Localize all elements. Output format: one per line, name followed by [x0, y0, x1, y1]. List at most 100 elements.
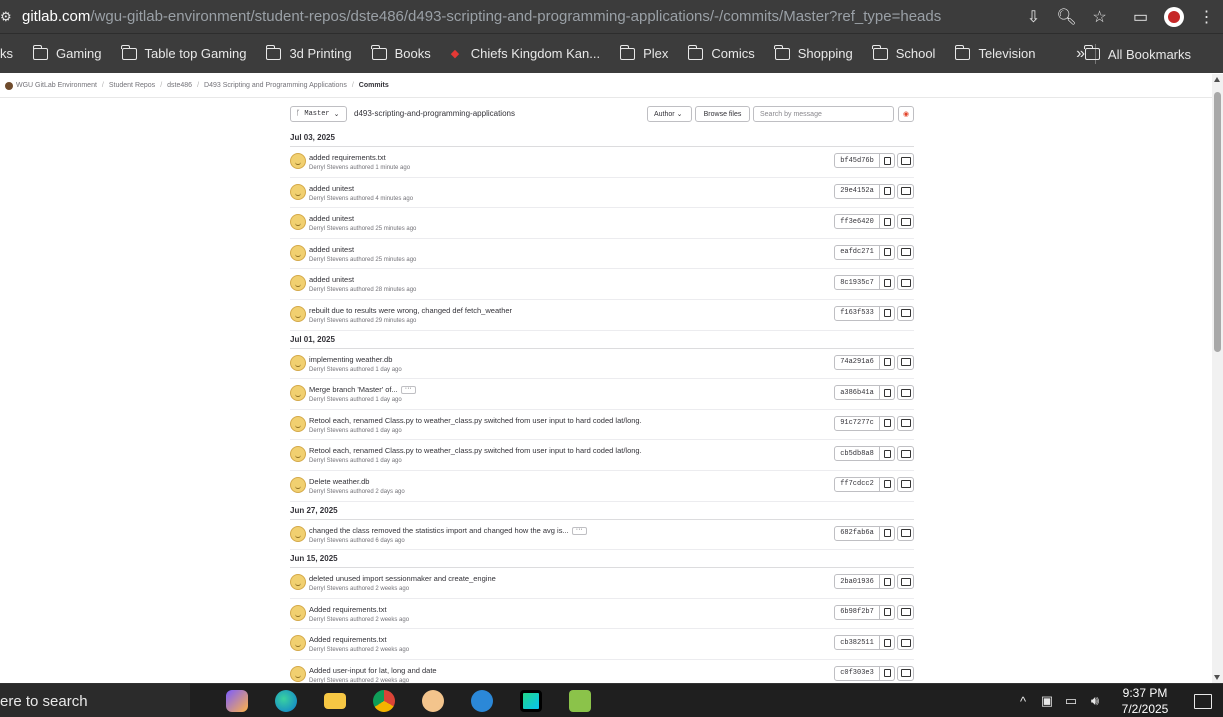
author-avatar[interactable]	[290, 446, 306, 463]
browse-files-icon[interactable]	[897, 153, 914, 168]
url-text[interactable]: gitlab.com/wgu-gitlab-environment/studen…	[22, 8, 941, 25]
browse-files-icon[interactable]	[897, 525, 914, 541]
commit-sha-button[interactable]: 91c7277c	[834, 415, 880, 431]
browse-files-icon[interactable]	[897, 244, 914, 260]
branch-dropdown[interactable]: ᚴ Master ⌄	[290, 106, 347, 122]
copy-sha-icon[interactable]	[880, 574, 895, 590]
language-icon[interactable]: ▣	[1035, 684, 1059, 717]
bookmark-school[interactable]: School	[872, 44, 935, 61]
author-avatar[interactable]	[290, 385, 306, 402]
copy-sha-icon[interactable]	[880, 275, 895, 291]
author-avatar[interactable]	[290, 183, 306, 200]
taskbar-search-box[interactable]: ere to search	[0, 684, 190, 717]
breadcrumb-item[interactable]: D493 Scripting and Programming Applicati…	[204, 82, 347, 89]
browse-files-icon[interactable]	[897, 385, 914, 401]
copy-sha-icon[interactable]	[880, 665, 895, 681]
copy-sha-icon[interactable]	[880, 385, 895, 401]
paint-icon[interactable]	[408, 684, 457, 717]
copy-sha-icon[interactable]	[880, 446, 895, 462]
copilot-icon[interactable]	[212, 684, 261, 717]
commit-sha-button[interactable]: 74a291a6	[834, 354, 880, 370]
commit-title[interactable]: Added requirements.txt	[309, 605, 387, 614]
author-avatar[interactable]	[290, 476, 306, 493]
copy-sha-icon[interactable]	[880, 604, 895, 620]
volume-icon[interactable]: 🔊︎	[1083, 684, 1107, 717]
author-avatar[interactable]	[290, 153, 306, 169]
browse-files-button[interactable]: Browse files	[695, 106, 750, 122]
browse-files-icon[interactable]	[897, 415, 914, 431]
author-avatar[interactable]	[290, 275, 306, 292]
commit-sha-button[interactable]: f163f533	[834, 305, 880, 321]
site-info-icon[interactable]: ⚙	[0, 0, 16, 33]
commit-title[interactable]: Retool each, renamed Class.py to weather…	[309, 446, 642, 455]
bookmark-plex[interactable]: Plex	[619, 44, 668, 61]
all-bookmarks[interactable]: All Bookmarks	[1084, 34, 1191, 74]
commit-title[interactable]: added requirements.txt	[309, 153, 386, 162]
commit-title[interactable]: added unitest	[309, 275, 354, 284]
commit-sha-button[interactable]: cb5db8a8	[834, 446, 880, 462]
browse-files-icon[interactable]	[897, 275, 914, 291]
bookmark-books[interactable]: Books	[371, 44, 431, 61]
chrome-icon[interactable]	[359, 684, 408, 717]
install-app-icon[interactable]: ⇩	[1017, 0, 1050, 33]
commit-sha-button[interactable]: 29e4152a	[834, 183, 880, 199]
copy-sha-icon[interactable]	[880, 354, 895, 370]
commit-title[interactable]: rebuilt due to results were wrong, chang…	[309, 306, 512, 315]
browse-files-icon[interactable]	[897, 446, 914, 462]
commit-sha-button[interactable]: 682fab6a	[834, 525, 880, 541]
browse-files-icon[interactable]	[897, 574, 914, 590]
chevron-up-icon[interactable]: ^	[1011, 684, 1035, 717]
bookmark-television[interactable]: Television	[954, 44, 1036, 61]
author-avatar[interactable]	[290, 354, 306, 371]
copy-sha-icon[interactable]	[880, 244, 895, 260]
bookmark-3d-printing[interactable]: 3d Printing	[265, 44, 352, 61]
commit-sha-button[interactable]: eafdc271	[834, 244, 880, 260]
breadcrumb-item[interactable]: WGU GitLab Environment	[16, 82, 97, 89]
commit-sha-button[interactable]: 6b98f2b7	[834, 604, 880, 620]
browse-files-icon[interactable]	[897, 665, 914, 681]
zoom-icon[interactable]: 🔍︎	[1050, 0, 1083, 33]
page-scrollbar[interactable]	[1212, 74, 1223, 683]
clock[interactable]: 9:37 PM 7/2/2025	[1107, 685, 1183, 717]
commit-title[interactable]: added unitest	[309, 214, 354, 223]
author-avatar[interactable]	[290, 665, 306, 682]
browse-files-icon[interactable]	[897, 354, 914, 370]
notepad-plus-icon[interactable]	[555, 684, 604, 717]
chat-icon[interactable]	[457, 684, 506, 717]
scroll-up-arrow-icon[interactable]	[1214, 77, 1220, 82]
copy-sha-icon[interactable]	[880, 635, 895, 651]
bookmark-star-icon[interactable]: ☆	[1083, 0, 1116, 33]
browse-files-icon[interactable]	[897, 604, 914, 620]
author-avatar[interactable]	[290, 525, 306, 542]
commit-title[interactable]: Retool each, renamed Class.py to weather…	[309, 416, 642, 425]
edge-icon[interactable]	[261, 684, 310, 717]
expand-description-button[interactable]: ···	[571, 526, 587, 535]
commit-sha-button[interactable]: ff3e6420	[834, 214, 880, 230]
address-bar[interactable]: ⚙ gitlab.com/wgu-gitlab-environment/stud…	[0, 0, 1223, 33]
commit-title[interactable]: Added requirements.txt	[309, 635, 387, 644]
pycharm-icon[interactable]	[506, 684, 555, 717]
bookmark-gaming[interactable]: Gaming	[32, 44, 102, 61]
profile-avatar[interactable]	[1157, 0, 1190, 33]
network-icon[interactable]: ▭	[1059, 684, 1083, 717]
author-avatar[interactable]	[290, 214, 306, 231]
author-avatar[interactable]	[290, 244, 306, 261]
tab-search-icon[interactable]: ▭	[1124, 0, 1157, 33]
search-by-message-input[interactable]: Search by message	[753, 106, 894, 122]
commit-title[interactable]: deleted unused import sessionmaker and c…	[309, 574, 496, 583]
copy-sha-icon[interactable]	[880, 183, 895, 199]
commit-sha-button[interactable]: c0f303e3	[834, 665, 880, 681]
scrollbar-thumb[interactable]	[1214, 92, 1221, 352]
breadcrumb-current[interactable]: Commits	[359, 82, 389, 89]
browse-files-icon[interactable]	[897, 476, 914, 492]
copy-sha-icon[interactable]	[880, 476, 895, 492]
bookmark-shopping[interactable]: Shopping	[774, 44, 853, 61]
commit-title[interactable]: Delete weather.db	[309, 477, 369, 486]
commit-title[interactable]: added unitest	[309, 245, 354, 254]
copy-sha-icon[interactable]	[880, 525, 895, 541]
commit-title[interactable]: Merge branch 'Master' of...	[309, 385, 398, 394]
author-avatar[interactable]	[290, 415, 306, 432]
browse-files-icon[interactable]	[897, 214, 914, 230]
copy-sha-icon[interactable]	[880, 305, 895, 321]
author-avatar[interactable]	[290, 574, 306, 591]
